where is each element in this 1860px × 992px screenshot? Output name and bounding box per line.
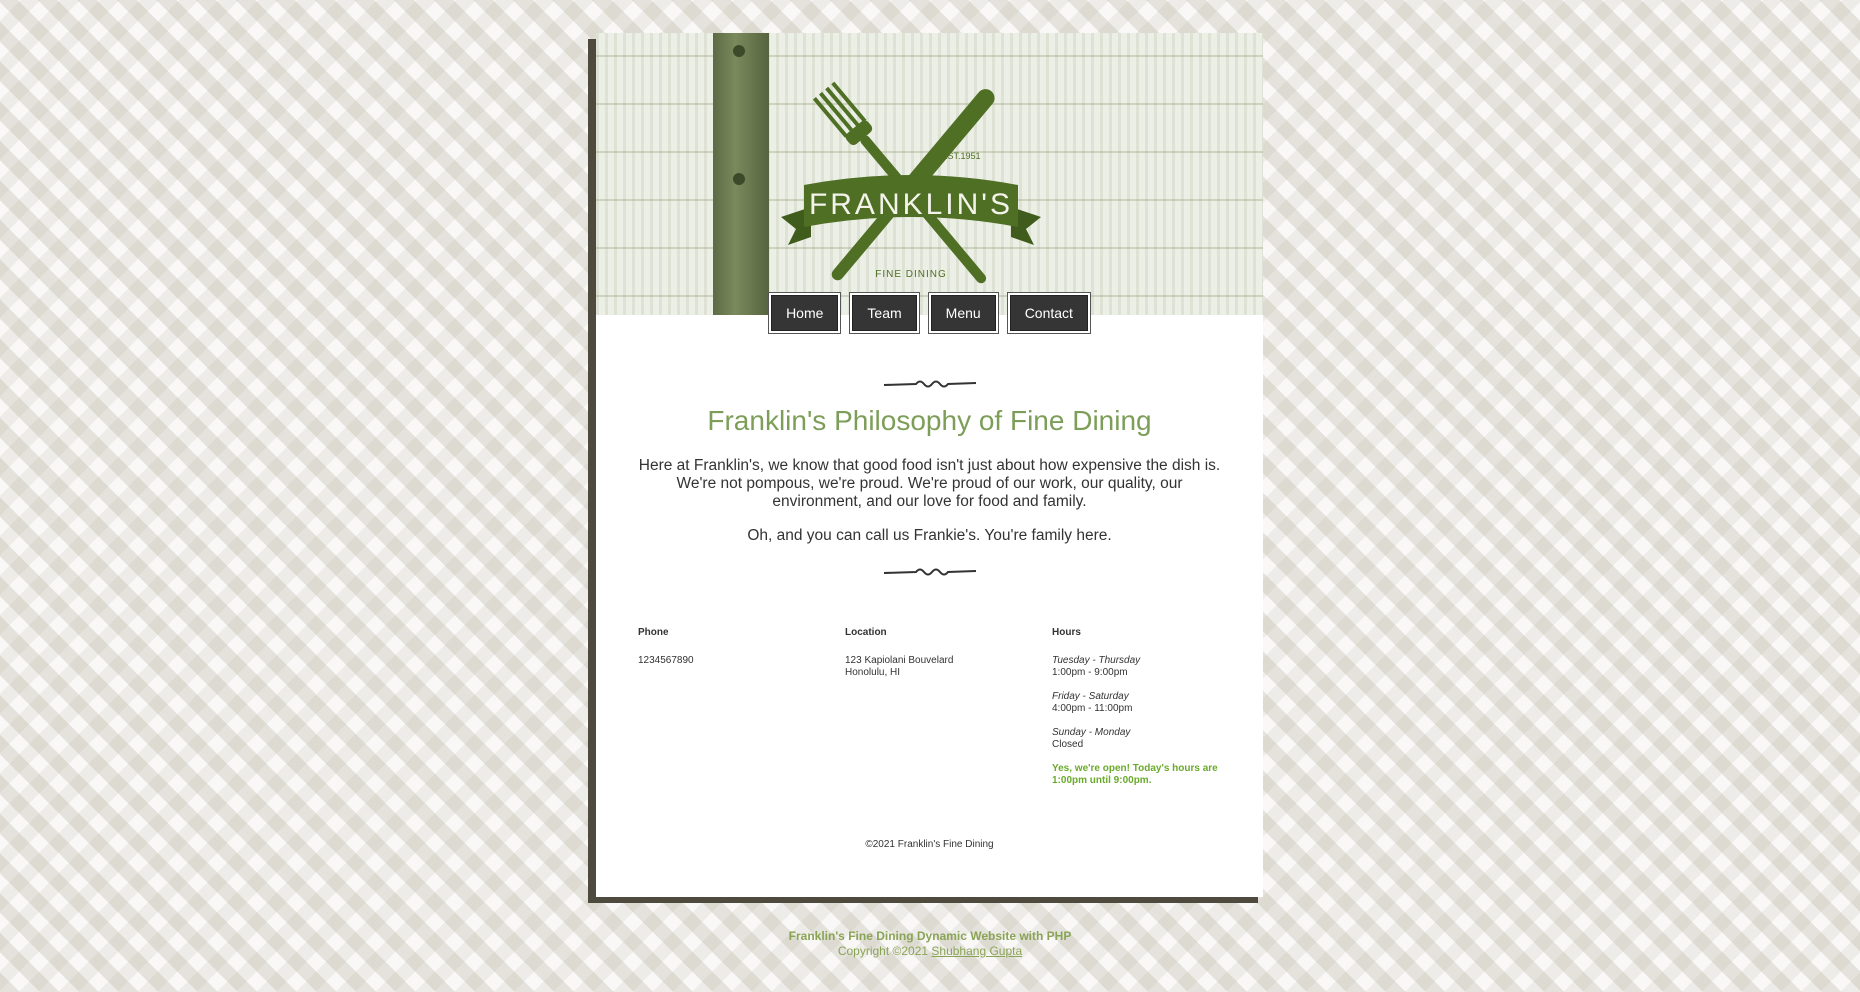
page-card: FRANKLIN'S EST.1951 FINE DINING Home Tea… (596, 33, 1263, 897)
hours-time: 4:00pm - 11:00pm (1052, 703, 1133, 714)
header-banner: FRANKLIN'S EST.1951 FINE DINING (596, 33, 1263, 315)
page-copyright: ©2021 Franklin's Fine Dining (865, 839, 994, 850)
author-link[interactable]: Shubhang Gupta (931, 944, 1022, 958)
hours-time: 1:00pm - 9:00pm (1052, 667, 1128, 678)
hours-days: Sunday - Monday (1052, 727, 1131, 738)
hours-days: Tuesday - Thursday (1052, 655, 1141, 666)
svg-text:EST.1951: EST.1951 (941, 151, 980, 161)
location-address-line2: Honolulu, HI (845, 667, 901, 678)
location-heading: Location (845, 627, 887, 638)
hours-block: Tuesday - Thursday 1:00pm - 9:00pm (1052, 655, 1222, 679)
hours-time: Closed (1052, 739, 1084, 750)
phone-column: Phone 1234567890 (638, 627, 838, 667)
open-status-note: Yes, we're open! Today's hours are 1:00p… (1052, 763, 1218, 786)
ornament-divider-bottom (883, 568, 977, 576)
nav-menu-button[interactable]: Menu (930, 295, 996, 331)
ornament-divider-top (883, 380, 977, 388)
site-footer-copyright: Copyright ©2021 Shubhang Gupta (0, 944, 1860, 958)
hours-column: Hours Tuesday - Thursday 1:00pm - 9:00pm… (1052, 627, 1222, 787)
hours-block: Sunday - Monday Closed (1052, 727, 1222, 751)
nav-contact-button[interactable]: Contact (1009, 295, 1088, 331)
main-nav: Home Team Menu Contact (596, 295, 1263, 335)
site-footer-title: Franklin's Fine Dining Dynamic Website w… (788, 929, 1072, 943)
intro-paragraph: Here at Franklin's, we know that good fo… (638, 457, 1221, 510)
page-title: Franklin's Philosophy of Fine Dining (707, 405, 1152, 436)
family-note: Oh, and you can call us Frankie's. You'r… (747, 527, 1112, 544)
svg-text:FINE DINING: FINE DINING (875, 269, 947, 280)
location-address-line1: 123 Kapiolani Bouvelard (845, 655, 954, 666)
location-column: Location 123 Kapiolani Bouvelard Honolul… (845, 627, 1045, 679)
svg-text:FRANKLIN'S: FRANKLIN'S (809, 188, 1013, 221)
hours-days: Friday - Saturday (1052, 691, 1129, 702)
metal-strap (713, 33, 769, 315)
phone-heading: Phone (638, 627, 669, 638)
hours-block: Friday - Saturday 4:00pm - 11:00pm (1052, 691, 1222, 715)
nav-home-button[interactable]: Home (771, 295, 839, 331)
hours-heading: Hours (1052, 627, 1081, 638)
franklins-logo: FRANKLIN'S EST.1951 FINE DINING (781, 81, 1041, 284)
phone-number: 1234567890 (638, 655, 694, 666)
site-footer-copyright-text: Copyright ©2021 (837, 944, 929, 958)
nav-team-button[interactable]: Team (852, 295, 917, 331)
